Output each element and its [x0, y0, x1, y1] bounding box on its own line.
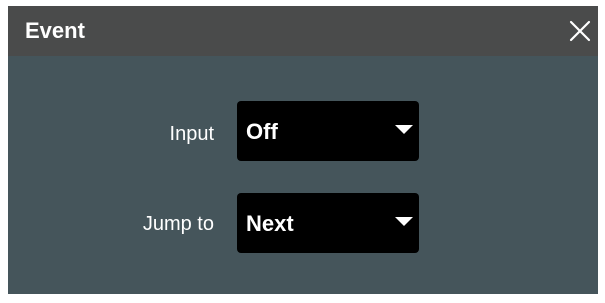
event-dialog: Event Input Off Jump to Next [8, 6, 598, 294]
jump-to-select-value: Next [246, 211, 294, 236]
close-button[interactable] [565, 16, 595, 46]
jump-to-select[interactable]: Next [237, 193, 419, 253]
jump-to-label: Jump to [142, 213, 214, 235]
input-label: Input [169, 123, 214, 145]
input-select-value: Off [246, 119, 278, 144]
dialog-title: Event [25, 18, 85, 43]
input-select[interactable]: Off [237, 101, 419, 161]
caret-down-icon [395, 217, 413, 226]
caret-down-icon [395, 125, 413, 134]
close-icon [569, 20, 591, 42]
dialog-title-bar: Event [8, 6, 598, 56]
